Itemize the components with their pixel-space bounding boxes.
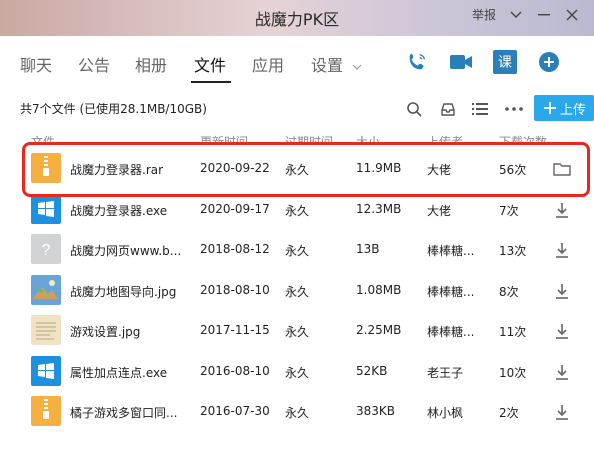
table-row[interactable]: 战魔力登录器.exe 2020-09-17 永久 12.3MB 大佬 7次 (20, 189, 594, 229)
file-uploader: 大佬 (427, 163, 452, 177)
chevron-down-icon (352, 64, 362, 70)
title-bar: 战魔力PK区 举报 (0, 0, 594, 36)
tab-files[interactable]: 文件 (194, 52, 226, 76)
file-uploader: 大佬 (427, 203, 452, 218)
file-name[interactable]: 战魔力登录器.rar (70, 161, 163, 178)
inbox-icon[interactable] (438, 99, 458, 119)
file-archive-icon (31, 153, 61, 183)
download-icon[interactable] (552, 362, 572, 382)
file-uploader: 棒棒糖... (427, 244, 475, 258)
file-name[interactable]: 橘子游戏多窗口同... (70, 404, 177, 421)
search-icon[interactable] (404, 99, 424, 119)
download-icon[interactable] (552, 321, 572, 341)
tab-announcement[interactable]: 公告 (78, 52, 110, 76)
file-uploader: 林小枫 (427, 406, 464, 420)
file-uploader: 棒棒糖... (427, 325, 475, 339)
file-name[interactable]: 战魔力登录器.exe (70, 202, 167, 219)
file-downloads: 56次 (499, 163, 527, 177)
file-size: 1.08MB (356, 282, 402, 297)
file-expires: 永久 (285, 203, 310, 218)
list-view-icon[interactable] (470, 99, 490, 119)
header-uploader[interactable]: 上传者 (427, 133, 463, 144)
active-tab-indicator (191, 81, 231, 83)
video-icon[interactable] (449, 50, 473, 74)
tab-album[interactable]: 相册 (135, 52, 167, 76)
table-row[interactable]: 战魔力地图导向.jpg 2018-08-10 永久 1.08MB 棒棒糖... 8次 (20, 270, 594, 310)
file-doc-image-icon (31, 315, 61, 345)
file-size: 11.9MB (356, 161, 402, 175)
file-name[interactable]: 游戏设置.jpg (70, 323, 140, 340)
table-row[interactable]: 属性加点连点.exe 2016-08-10 永久 52KB 老王子 10次 (20, 351, 594, 391)
file-updated: 2020-09-17 (200, 201, 270, 216)
tab-chat[interactable]: 聊天 (20, 52, 52, 76)
table-row[interactable]: 橘子游戏多窗口同... 2016-07-30 永久 383KB 林小枫 2次 (20, 391, 594, 431)
file-downloads: 7次 (499, 203, 519, 218)
file-updated: 2016-07-30 (200, 404, 270, 418)
chevron-down-icon[interactable] (508, 7, 524, 23)
file-unknown-icon: ? (31, 234, 61, 264)
file-name[interactable]: 属性加点连点.exe (70, 364, 167, 381)
file-updated: 2018-08-12 (200, 242, 270, 256)
file-name[interactable]: 战魔力地图导向.jpg (70, 283, 176, 300)
file-size: 13B (356, 242, 380, 256)
add-icon[interactable] (537, 50, 561, 74)
file-updated: 2020-09-22 (200, 161, 270, 175)
download-icon[interactable] (552, 402, 572, 422)
file-expires: 永久 (285, 244, 310, 258)
header-size[interactable]: 大小 (356, 133, 380, 144)
tab-bar: 聊天 公告 相册 文件 应用 设置 课 (0, 40, 594, 88)
file-archive-icon (31, 396, 61, 426)
storage-summary: 共7个文件 (已使用28.1MB/10GB) (20, 102, 207, 116)
download-icon[interactable] (552, 240, 572, 260)
tab-apps[interactable]: 应用 (252, 52, 284, 76)
file-downloads: 10次 (499, 365, 527, 380)
upload-label: 上传 (560, 102, 587, 118)
tab-settings-label: 设置 (311, 56, 344, 75)
upload-button[interactable]: 上传 (534, 95, 594, 121)
tab-settings[interactable]: 设置 (311, 52, 362, 76)
file-updated: 2016-08-10 (200, 363, 270, 378)
file-name[interactable]: 战魔力网页www.b... (70, 242, 181, 259)
file-map-image-icon (31, 274, 61, 305)
file-downloads: 11次 (499, 325, 527, 339)
file-expires: 永久 (285, 284, 310, 299)
header-downloads[interactable]: 下载次数 (499, 133, 547, 144)
header-updated[interactable]: 更新时间 (200, 133, 248, 144)
table-row[interactable]: 游戏设置.jpg 2017-11-15 永久 2.25MB 棒棒糖... 11次 (20, 310, 594, 350)
file-uploader: 棒棒糖... (427, 284, 475, 299)
file-windows-icon (31, 193, 61, 224)
header-expires[interactable]: 过期时间 (285, 133, 333, 144)
file-toolbar: 共7个文件 (已使用28.1MB/10GB) 上传 (0, 95, 594, 123)
file-updated: 2017-11-15 (200, 323, 270, 337)
table-row[interactable]: ? 战魔力网页www.b... 2018-08-12 永久 13B 棒棒糖... 13次 (20, 229, 594, 269)
lesson-icon[interactable]: 课 (493, 50, 517, 74)
file-expires: 永久 (285, 163, 310, 177)
file-downloads: 8次 (499, 284, 519, 299)
file-size: 383KB (356, 404, 396, 418)
file-expires: 永久 (285, 406, 310, 420)
download-icon[interactable] (552, 281, 572, 301)
file-size: 12.3MB (356, 201, 402, 216)
file-updated: 2018-08-10 (200, 282, 270, 297)
file-expires: 永久 (285, 325, 310, 339)
close-icon[interactable] (564, 7, 580, 23)
file-size: 2.25MB (356, 323, 402, 337)
table-row[interactable]: 战魔力登录器.rar 2020-09-22 永久 11.9MB 大佬 56次 (20, 148, 594, 188)
phone-icon[interactable] (405, 50, 429, 74)
header-file[interactable]: 文件 (31, 133, 55, 144)
svg-text:?: ? (42, 242, 51, 259)
download-icon[interactable] (552, 200, 572, 220)
folder-icon[interactable] (552, 159, 572, 179)
file-downloads: 2次 (499, 406, 519, 420)
table-header: 文件 更新时间 过期时间 大小 上传者 下载次数 (20, 130, 594, 144)
more-icon[interactable] (504, 99, 524, 119)
file-size: 52KB (356, 363, 388, 378)
report-link[interactable]: 举报 (472, 6, 496, 23)
file-uploader: 老王子 (427, 365, 464, 380)
file-expires: 永久 (285, 365, 310, 380)
file-downloads: 13次 (499, 244, 527, 258)
file-windows-icon (31, 355, 61, 386)
minimize-icon[interactable] (536, 7, 552, 23)
plus-icon (544, 102, 556, 114)
